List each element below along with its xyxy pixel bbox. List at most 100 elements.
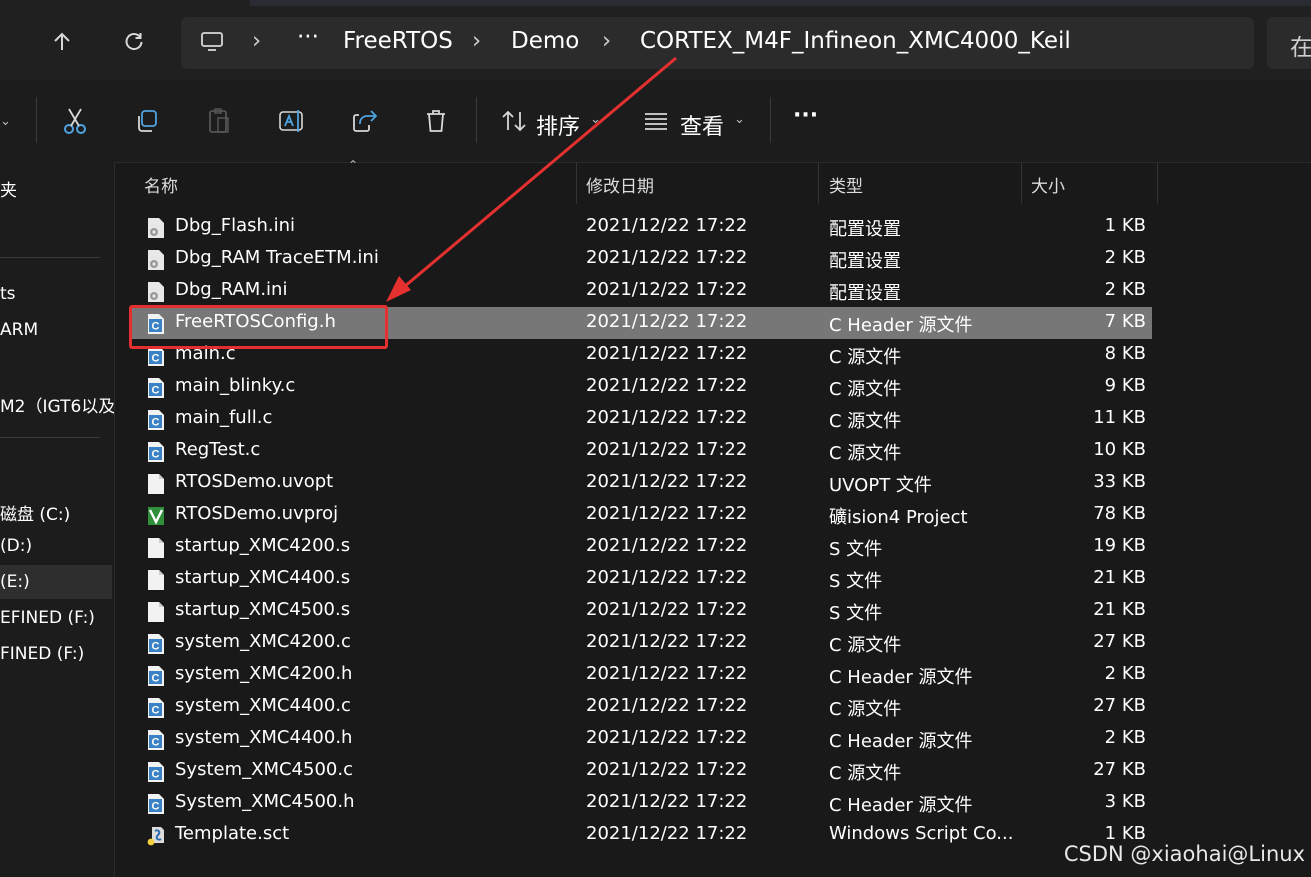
file-type: C 源文件 — [829, 347, 902, 368]
sidebar-item-drive-f[interactable]: EFINED (F:) — [0, 608, 95, 628]
sort-button[interactable]: 排序 — [536, 109, 580, 141]
file-size: 11 KB — [1093, 407, 1146, 428]
sidebar-item-arm[interactable]: ARM — [0, 320, 38, 340]
file-type: C Header 源文件 — [829, 795, 973, 816]
column-divider[interactable] — [1157, 162, 1158, 204]
watermark: CSDN @xiaohai@Linux — [1063, 842, 1305, 866]
file-row[interactable]: Dbg_RAM TraceETM.ini 2021/12/22 17:22 配置设置… — [130, 243, 1152, 275]
file-modified-date: 2021/12/22 17:22 — [586, 535, 748, 556]
column-header-type[interactable]: 类型 — [829, 172, 863, 197]
file-row[interactable]: Template.sct 2021/12/22 17:22 Windows Scri… — [130, 819, 1152, 851]
file-row[interactable]: Cmain_blinky.c 2021/12/22 17:22 C 源文件 9 KB — [130, 371, 1152, 403]
file-type: C 源文件 — [829, 411, 902, 432]
refresh-icon[interactable] — [114, 22, 154, 62]
more-options-button[interactable]: ··· — [793, 103, 818, 128]
file-row[interactable]: Csystem_XMC4400.h 2021/12/22 17:22 C Heade… — [130, 723, 1152, 755]
settings-file-icon — [147, 217, 165, 239]
file-row[interactable]: startup_XMC4400.s 2021/12/22 17:22 S 文件 21 … — [130, 563, 1152, 595]
annotation-highlight-box — [129, 305, 388, 349]
rename-icon[interactable] — [275, 104, 309, 138]
file-type: S 文件 — [829, 539, 883, 560]
svg-text:C: C — [152, 673, 160, 685]
sidebar-item-drive-d[interactable]: (D:) — [0, 536, 32, 556]
file-row[interactable]: RTOSDemo.uvopt 2021/12/22 17:22 UVOPT 文件 33… — [130, 467, 1152, 499]
file-row[interactable]: startup_XMC4200.s 2021/12/22 17:22 S 文件 19 … — [130, 531, 1152, 563]
path-overflow-button[interactable]: ··· — [297, 24, 319, 50]
file-modified-date: 2021/12/22 17:22 — [586, 759, 748, 780]
column-divider[interactable] — [1021, 162, 1022, 204]
svg-text:C: C — [152, 417, 160, 429]
file-size: 7 KB — [1104, 311, 1146, 332]
sidebar-item-drive-e[interactable]: (E:) — [0, 572, 30, 592]
settings-file-icon — [147, 249, 165, 271]
chevron-down-icon[interactable]: ⌄ — [0, 114, 11, 129]
file-type: C Header 源文件 — [829, 667, 973, 688]
file-row[interactable]: C RegTest.c 2021/12/22 17:22 C 源文件 10 KB — [130, 435, 1152, 467]
breadcrumb-current-folder[interactable]: CORTEX_M4F_Infineon_XMC4000_Keil — [640, 28, 1071, 54]
file-name: Dbg_RAM TraceETM.ini — [175, 247, 379, 268]
file-name: system_XMC4400.h — [175, 727, 353, 748]
file-type: C 源文件 — [829, 763, 902, 784]
file-row[interactable]: C System_XMC4500.c 2021/12/22 17:22 C 源文件 27… — [130, 755, 1152, 787]
chevron-right-icon: › — [252, 28, 262, 54]
paste-icon[interactable] — [202, 104, 236, 138]
c-file-icon: C — [147, 729, 165, 751]
file-name: main_blinky.c — [175, 375, 296, 396]
file-size: 21 KB — [1093, 567, 1146, 588]
file-row[interactable]: Cmain_full.c 2021/12/22 17:22 C 源文件 11 KB — [130, 403, 1152, 435]
chevron-right-icon: › — [602, 28, 612, 54]
svg-text:C: C — [152, 353, 160, 365]
file-type: Windows Script Co... — [829, 823, 1014, 844]
breadcrumb-freertos[interactable]: FreeRTOS — [343, 28, 453, 54]
sidebar-item-documents[interactable]: ts — [0, 284, 16, 304]
file-size: 8 KB — [1104, 343, 1146, 364]
file-row[interactable]: Dbg_Flash.ini 2021/12/22 17:22 配置设置 1 KB — [130, 211, 1152, 243]
cut-icon[interactable] — [58, 104, 92, 138]
file-size: 2 KB — [1104, 279, 1146, 300]
svg-text:C: C — [152, 737, 160, 749]
column-header-date[interactable]: 修改日期 — [586, 172, 654, 197]
column-divider[interactable] — [818, 162, 819, 204]
share-icon[interactable] — [347, 104, 381, 138]
chevron-down-icon[interactable]: ⌄ — [590, 112, 601, 127]
chevron-down-icon[interactable]: ⌄ — [734, 112, 745, 127]
sort-icon[interactable] — [497, 104, 531, 138]
file-size: 78 KB — [1093, 503, 1146, 524]
file-row[interactable]: Dbg_RAM.ini 2021/12/22 17:22 配置设置 2 KB — [130, 275, 1152, 307]
file-name: startup_XMC4200.s — [175, 535, 351, 556]
up-arrow-icon[interactable] — [42, 22, 82, 62]
file-row[interactable]: startup_XMC4500.s 2021/12/22 17:22 S 文件 21 … — [130, 595, 1152, 627]
sidebar-item-drive-f-2[interactable]: FINED (F:) — [0, 644, 84, 664]
computer-icon[interactable] — [192, 22, 232, 62]
file-row[interactable]: C System_XMC4500.h 2021/12/22 17:22 C Heade… — [130, 787, 1152, 819]
column-header-name[interactable]: 名称 — [144, 172, 178, 197]
file-type: 配置设置 — [829, 251, 901, 272]
file-name: Dbg_Flash.ini — [175, 215, 296, 236]
c-file-icon: C — [147, 441, 165, 463]
delete-icon[interactable] — [419, 104, 453, 138]
file-type: S 文件 — [829, 571, 883, 592]
file-row[interactable]: Csystem_XMC4200.c 2021/12/22 17:22 C 源文件 27… — [130, 627, 1152, 659]
sidebar-item-drive-c[interactable]: 磁盘 (C:) — [0, 500, 70, 525]
column-header-size[interactable]: 大小 — [1031, 172, 1065, 197]
file-row[interactable]: RTOSDemo.uvproj 2021/12/22 17:22 礦ision4 P… — [130, 499, 1152, 531]
script-file-icon — [147, 825, 165, 847]
column-divider[interactable] — [576, 162, 577, 204]
copy-icon[interactable] — [130, 104, 164, 138]
breadcrumb-demo[interactable]: Demo — [511, 28, 579, 54]
file-name: RTOSDemo.uvproj — [175, 503, 339, 524]
view-icon[interactable] — [639, 104, 673, 138]
file-type: C Header 源文件 — [829, 315, 973, 336]
file-size: 19 KB — [1093, 535, 1146, 556]
file-row[interactable]: Csystem_XMC4400.c 2021/12/22 17:22 C 源文件 27… — [130, 691, 1152, 723]
sidebar-item-m2[interactable]: M2（IGT6以及 — [0, 392, 114, 417]
view-button[interactable]: 查看 — [680, 109, 724, 141]
navigation-pane: 夹 ts ARM M2（IGT6以及 磁盘 (C:) (D:) (E:) EFI… — [0, 162, 115, 877]
file-modified-date: 2021/12/22 17:22 — [586, 663, 748, 684]
file-modified-date: 2021/12/22 17:22 — [586, 279, 748, 300]
file-row[interactable]: Csystem_XMC4200.h 2021/12/22 17:22 C Heade… — [130, 659, 1152, 691]
file-size: 1 KB — [1104, 215, 1146, 236]
svg-text:C: C — [152, 449, 160, 461]
file-name: Template.sct — [175, 823, 290, 844]
sidebar-item-folder[interactable]: 夹 — [0, 176, 17, 201]
